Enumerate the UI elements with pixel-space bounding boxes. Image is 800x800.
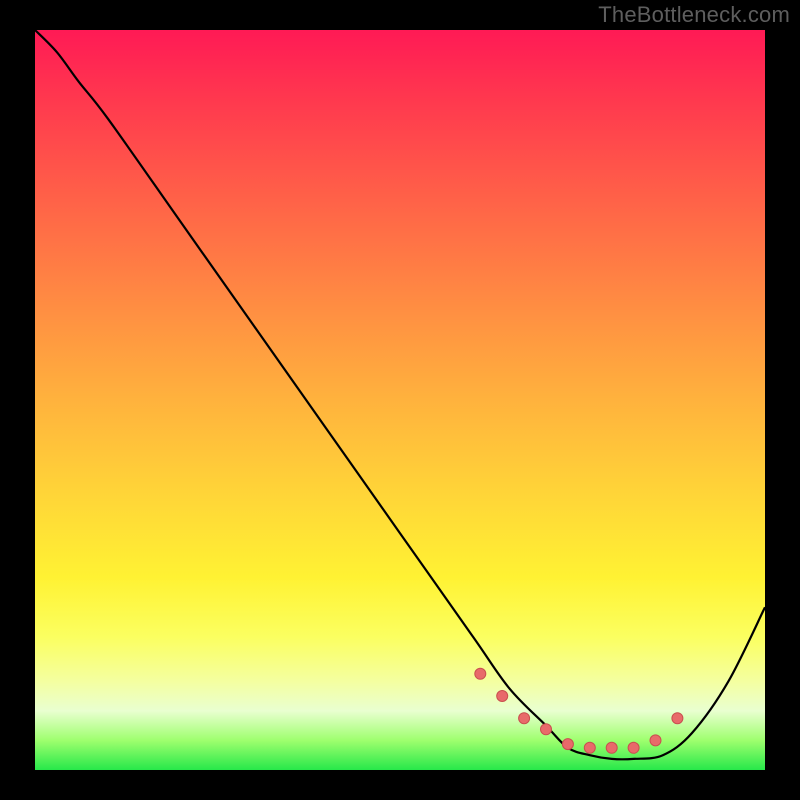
highlight-beads-layer xyxy=(35,30,765,770)
bead-point xyxy=(584,742,595,753)
bead-point xyxy=(497,691,508,702)
bead-point xyxy=(606,742,617,753)
highlight-beads xyxy=(475,668,683,753)
bead-point xyxy=(672,713,683,724)
bead-point xyxy=(650,735,661,746)
bead-point xyxy=(519,713,530,724)
chart-frame: TheBottleneck.com xyxy=(0,0,800,800)
bead-point xyxy=(475,668,486,679)
watermark-text: TheBottleneck.com xyxy=(598,2,790,28)
bead-point xyxy=(628,742,639,753)
bead-point xyxy=(562,739,573,750)
bead-point xyxy=(541,724,552,735)
